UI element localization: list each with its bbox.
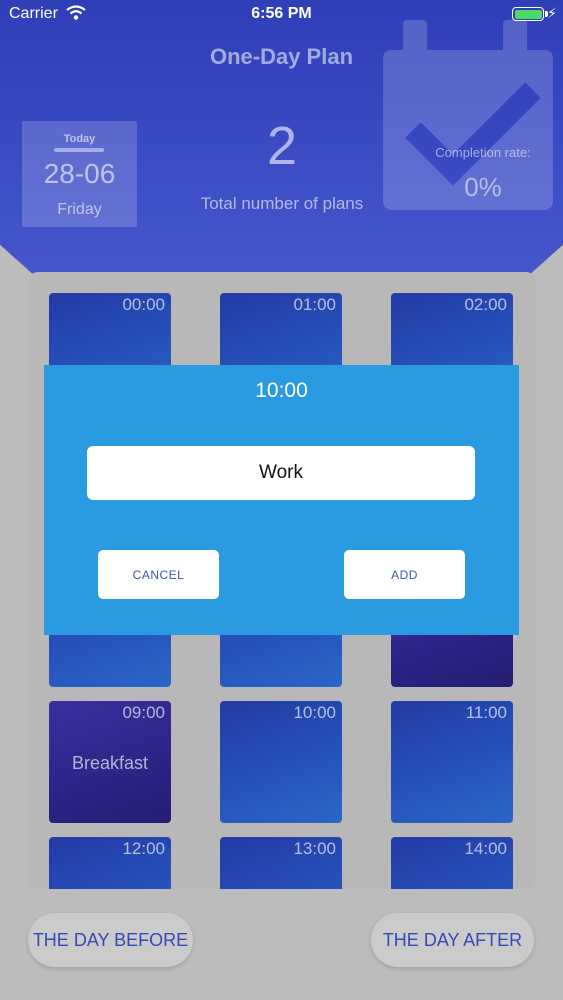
charging-bolt-icon: ⚡ bbox=[547, 5, 557, 21]
status-bar: Carrier 6:56 PM ⚡ bbox=[0, 0, 563, 30]
slot-time: 02:00 bbox=[464, 295, 507, 314]
completion-rate-label: Completion rate: bbox=[435, 145, 531, 160]
date-divider bbox=[54, 148, 104, 152]
day-after-button[interactable]: THE DAY AFTER bbox=[371, 913, 534, 967]
status-time: 6:56 PM bbox=[251, 5, 312, 22]
slot-time: 11:00 bbox=[465, 703, 507, 722]
slot-time: 10:00 bbox=[293, 703, 336, 722]
page-title: One-Day Plan bbox=[209, 44, 354, 69]
slot-time: 00:00 bbox=[122, 295, 165, 314]
total-plans-label: Total number of plans bbox=[200, 194, 364, 213]
hour-slot[interactable]: 10:00 bbox=[220, 701, 342, 823]
cancel-button[interactable]: CANCEL bbox=[98, 550, 219, 599]
hour-slot[interactable]: 14:00 bbox=[391, 837, 513, 889]
slot-time: 12:00 bbox=[122, 839, 165, 858]
day-before-button[interactable]: THE DAY BEFORE bbox=[28, 913, 193, 967]
today-label: Today bbox=[63, 133, 96, 145]
slot-plan: Breakfast bbox=[71, 753, 149, 773]
hour-slot[interactable]: 13:00 bbox=[220, 837, 342, 889]
completion-rate-value: 0% bbox=[464, 172, 502, 202]
total-plans-count: 2 bbox=[266, 116, 298, 176]
hour-slot[interactable]: 12:00 bbox=[49, 837, 171, 889]
hour-slot[interactable]: 09:00 Breakfast bbox=[49, 701, 171, 823]
plan-input[interactable] bbox=[87, 446, 475, 500]
hour-slot[interactable]: 11:00 bbox=[391, 701, 513, 823]
add-plan-dialog: 10:00 CANCEL ADD bbox=[44, 365, 519, 635]
dialog-title: 10:00 bbox=[255, 379, 308, 402]
date-card: Today 28-06 Friday bbox=[22, 121, 137, 227]
slot-time: 14:00 bbox=[464, 839, 507, 858]
date-value: 28-06 bbox=[43, 158, 116, 189]
battery-icon bbox=[512, 7, 544, 21]
weekday-label: Friday bbox=[57, 201, 102, 218]
slot-time: 09:00 bbox=[122, 703, 165, 722]
slot-time: 13:00 bbox=[293, 839, 336, 858]
slot-time: 01:00 bbox=[293, 295, 336, 314]
add-button[interactable]: ADD bbox=[344, 550, 465, 599]
